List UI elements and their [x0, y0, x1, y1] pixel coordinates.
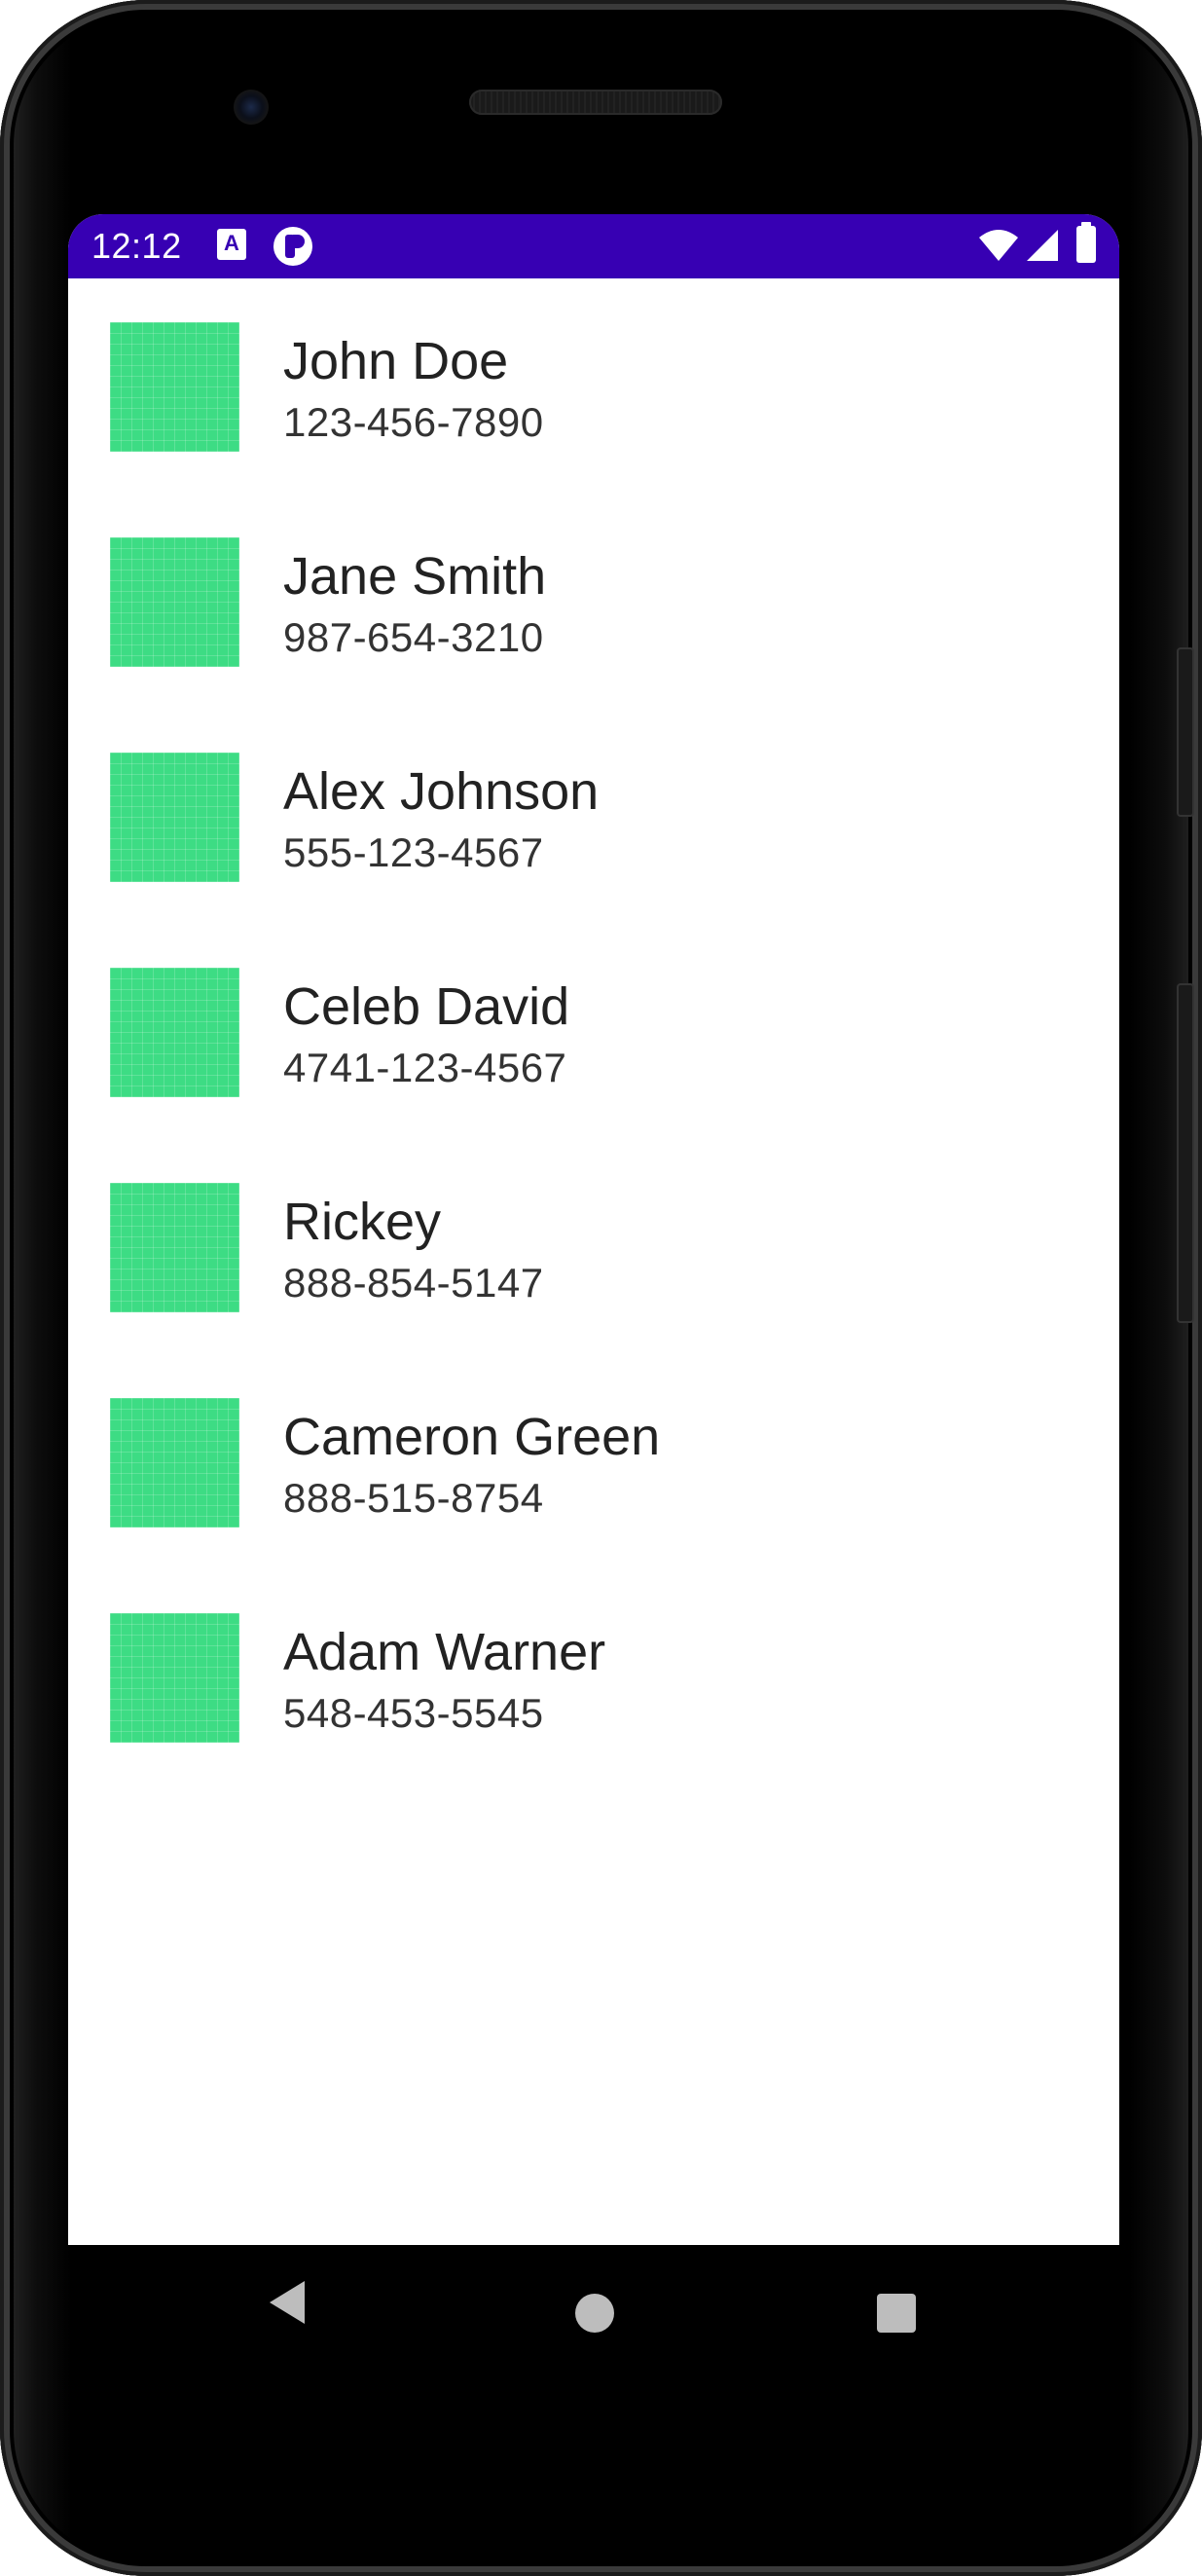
- contact-row[interactable]: Alex Johnson 555-123-4567: [68, 709, 1119, 924]
- contact-name: Rickey: [283, 1193, 442, 1251]
- contact-phone: 555-123-4567: [283, 829, 544, 875]
- home-icon[interactable]: [575, 2294, 614, 2333]
- contact-phone: 4741-123-4567: [283, 1045, 567, 1090]
- contact-avatar: [110, 1613, 239, 1743]
- earpiece-speaker: [469, 90, 722, 115]
- contact-name: Alex Johnson: [283, 762, 600, 821]
- contact-phone: 548-453-5545: [283, 1690, 544, 1736]
- contact-avatar: [110, 322, 239, 452]
- contact-list: John Doe 123-456-7890 Jane Smith 987-654…: [68, 278, 1119, 1785]
- contact-avatar: [110, 1398, 239, 1527]
- contact-row[interactable]: John Doe 123-456-7890: [68, 278, 1119, 494]
- contact-avatar: [110, 537, 239, 667]
- contact-name: Cameron Green: [283, 1408, 661, 1466]
- a-notification-icon: A: [217, 229, 246, 260]
- contact-avatar: [110, 968, 239, 1097]
- contact-row[interactable]: Cameron Green 888-515-8754: [68, 1354, 1119, 1569]
- contact-phone: 123-456-7890: [283, 399, 544, 445]
- contact-phone: 987-654-3210: [283, 614, 544, 660]
- contact-row[interactable]: Celeb David 4741-123-4567: [68, 924, 1119, 1139]
- recents-icon[interactable]: [877, 2294, 916, 2333]
- signal-icon: [1027, 230, 1058, 261]
- wifi-icon: [979, 230, 1018, 261]
- navigation-bar: [68, 2245, 1119, 2377]
- front-camera: [234, 90, 269, 125]
- contact-phone: 888-515-8754: [283, 1475, 544, 1521]
- device-screen: 12:12 A John Doe 123-456-7890 Jane Smith…: [68, 214, 1119, 2245]
- volume-button[interactable]: [1177, 647, 1194, 817]
- contact-avatar: [110, 753, 239, 882]
- contact-row[interactable]: Jane Smith 987-654-3210: [68, 494, 1119, 709]
- contact-row[interactable]: Adam Warner 548-453-5545: [68, 1569, 1119, 1785]
- p-notification-icon: [273, 227, 312, 266]
- contact-row[interactable]: Rickey 888-854-5147: [68, 1139, 1119, 1354]
- status-bar: 12:12 A: [68, 214, 1119, 278]
- contact-avatar: [110, 1183, 239, 1312]
- contact-name: Adam Warner: [283, 1623, 606, 1681]
- back-icon[interactable]: [268, 2279, 307, 2326]
- contact-name: Celeb David: [283, 977, 570, 1036]
- status-time: 12:12: [91, 226, 182, 266]
- contact-phone: 888-854-5147: [283, 1260, 544, 1306]
- power-button[interactable]: [1177, 983, 1194, 1323]
- phone-frame: 12:12 A John Doe 123-456-7890 Jane Smith…: [0, 0, 1202, 2576]
- battery-icon: [1076, 222, 1096, 263]
- contact-name: John Doe: [283, 332, 509, 390]
- contact-name: Jane Smith: [283, 547, 547, 606]
